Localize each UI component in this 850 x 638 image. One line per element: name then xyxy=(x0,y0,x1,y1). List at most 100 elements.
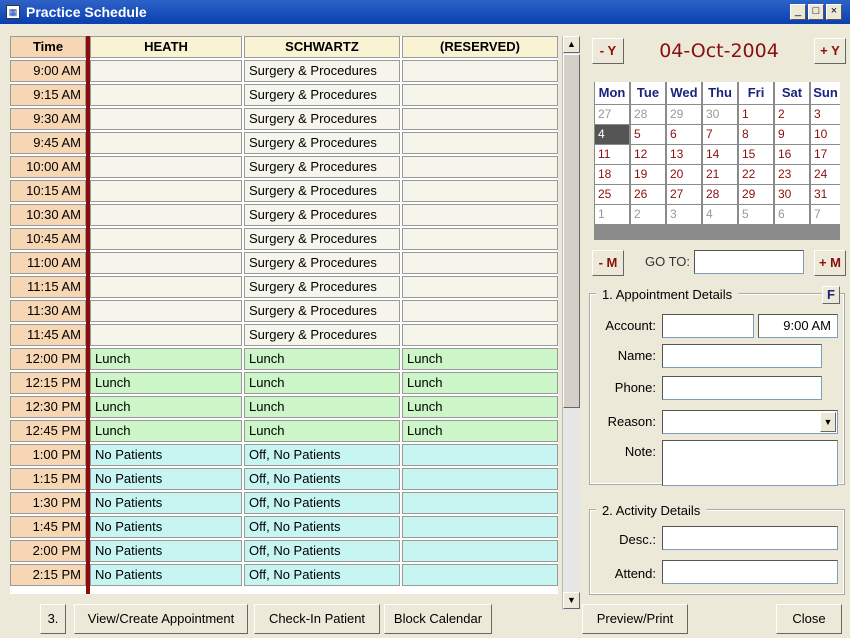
calendar-day[interactable]: 29 xyxy=(667,105,701,124)
calendar-day[interactable]: 29 xyxy=(739,185,773,204)
reserved-slot[interactable] xyxy=(402,444,558,466)
calendar-day[interactable]: 27 xyxy=(667,185,701,204)
schwartz-slot[interactable]: Off, No Patients xyxy=(244,540,400,562)
calendar-day[interactable]: 22 xyxy=(739,165,773,184)
heath-slot[interactable] xyxy=(90,252,242,274)
check-in-patient-button[interactable]: Check-In Patient xyxy=(254,604,380,634)
calendar-day[interactable]: 1 xyxy=(595,205,629,224)
note-field[interactable] xyxy=(662,440,838,486)
calendar-day[interactable]: 15 xyxy=(739,145,773,164)
schwartz-slot[interactable]: Surgery & Procedures xyxy=(244,300,400,322)
schwartz-slot[interactable]: Off, No Patients xyxy=(244,444,400,466)
name-field[interactable] xyxy=(662,344,822,368)
reserved-slot[interactable] xyxy=(402,468,558,490)
scroll-thumb[interactable] xyxy=(563,54,580,408)
preview-print-button[interactable]: Preview/Print xyxy=(582,604,688,634)
calendar-day[interactable]: 7 xyxy=(811,205,840,224)
calendar-day[interactable]: 16 xyxy=(775,145,809,164)
reserved-slot[interactable] xyxy=(402,516,558,538)
heath-slot[interactable]: Lunch xyxy=(90,420,242,442)
calendar-day[interactable]: 25 xyxy=(595,185,629,204)
schwartz-slot[interactable]: Surgery & Procedures xyxy=(244,84,400,106)
calendar-day[interactable]: 11 xyxy=(595,145,629,164)
account-field[interactable] xyxy=(662,314,754,338)
heath-slot[interactable]: No Patients xyxy=(90,492,242,514)
calendar-day[interactable]: 31 xyxy=(811,185,840,204)
heath-slot[interactable] xyxy=(90,60,242,82)
calendar-day[interactable]: 18 xyxy=(595,165,629,184)
schwartz-slot[interactable]: Surgery & Procedures xyxy=(244,252,400,274)
prev-month-button[interactable]: - M xyxy=(592,250,624,276)
calendar-day[interactable]: 10 xyxy=(811,125,840,144)
heath-slot[interactable] xyxy=(90,108,242,130)
calendar-day[interactable]: 6 xyxy=(775,205,809,224)
schwartz-slot[interactable]: Surgery & Procedures xyxy=(244,60,400,82)
calendar-day[interactable]: 28 xyxy=(703,185,737,204)
heath-slot[interactable]: Lunch xyxy=(90,348,242,370)
calendar-day[interactable]: 28 xyxy=(631,105,665,124)
heath-slot[interactable] xyxy=(90,228,242,250)
reserved-slot[interactable] xyxy=(402,492,558,514)
calendar-day[interactable]: 19 xyxy=(631,165,665,184)
calendar-day[interactable]: 3 xyxy=(667,205,701,224)
next-year-button[interactable]: + Y xyxy=(814,38,846,64)
calendar-day[interactable]: 20 xyxy=(667,165,701,184)
calendar-day[interactable]: 9 xyxy=(775,125,809,144)
schwartz-slot[interactable]: Off, No Patients xyxy=(244,492,400,514)
reserved-slot[interactable] xyxy=(402,564,558,586)
calendar-day[interactable]: 8 xyxy=(739,125,773,144)
scroll-down-icon[interactable]: ▼ xyxy=(563,592,580,609)
block-calendar-button[interactable]: Block Calendar xyxy=(384,604,492,634)
calendar-day[interactable]: 27 xyxy=(595,105,629,124)
heath-slot[interactable] xyxy=(90,300,242,322)
heath-slot[interactable]: Lunch xyxy=(90,372,242,394)
calendar-day[interactable]: 7 xyxy=(703,125,737,144)
heath-slot[interactable]: No Patients xyxy=(90,468,242,490)
heath-slot[interactable] xyxy=(90,84,242,106)
calendar-day[interactable]: 4 xyxy=(703,205,737,224)
schwartz-slot[interactable]: Surgery & Procedures xyxy=(244,204,400,226)
calendar-day[interactable]: 13 xyxy=(667,145,701,164)
reserved-slot[interactable] xyxy=(402,60,558,82)
reserved-slot[interactable] xyxy=(402,300,558,322)
schwartz-slot[interactable]: Off, No Patients xyxy=(244,516,400,538)
calendar-day[interactable]: 30 xyxy=(775,185,809,204)
prev-year-button[interactable]: - Y xyxy=(592,38,624,64)
schedule-scrollbar[interactable]: ▲ ▼ xyxy=(562,36,580,610)
close-button[interactable]: Close xyxy=(776,604,842,634)
reserved-slot[interactable]: Lunch xyxy=(402,372,558,394)
heath-slot[interactable] xyxy=(90,180,242,202)
calendar-day-selected[interactable]: 4 xyxy=(595,125,629,144)
reserved-slot[interactable]: Lunch xyxy=(402,420,558,442)
reserved-slot[interactable] xyxy=(402,276,558,298)
calendar-day[interactable]: 17 xyxy=(811,145,840,164)
reserved-slot[interactable]: Lunch xyxy=(402,396,558,418)
desc-field[interactable] xyxy=(662,526,838,550)
goto-date-field[interactable] xyxy=(694,250,804,274)
calendar-day[interactable]: 23 xyxy=(775,165,809,184)
calendar-day[interactable]: 14 xyxy=(703,145,737,164)
reserved-slot[interactable] xyxy=(402,228,558,250)
schwartz-slot[interactable]: Lunch xyxy=(244,420,400,442)
heath-slot[interactable] xyxy=(90,276,242,298)
calendar-day[interactable]: 26 xyxy=(631,185,665,204)
schwartz-slot[interactable]: Surgery & Procedures xyxy=(244,132,400,154)
reserved-slot[interactable] xyxy=(402,204,558,226)
heath-slot[interactable] xyxy=(90,324,242,346)
calendar-day[interactable]: 2 xyxy=(775,105,809,124)
heath-slot[interactable] xyxy=(90,156,242,178)
reason-select[interactable] xyxy=(662,410,838,434)
view-create-appointment-button[interactable]: View/Create Appointment xyxy=(74,604,248,634)
schwartz-slot[interactable]: Surgery & Procedures xyxy=(244,180,400,202)
reserved-slot[interactable] xyxy=(402,180,558,202)
schwartz-slot[interactable]: Lunch xyxy=(244,372,400,394)
heath-slot[interactable]: Lunch xyxy=(90,396,242,418)
minimize-button[interactable]: _ xyxy=(790,4,806,20)
reserved-slot[interactable] xyxy=(402,156,558,178)
scroll-up-icon[interactable]: ▲ xyxy=(563,36,580,53)
reserved-slot[interactable] xyxy=(402,324,558,346)
chevron-down-icon[interactable]: ▼ xyxy=(820,412,836,432)
heath-slot[interactable]: No Patients xyxy=(90,516,242,538)
calendar-day[interactable]: 3 xyxy=(811,105,840,124)
phone-field[interactable] xyxy=(662,376,822,400)
